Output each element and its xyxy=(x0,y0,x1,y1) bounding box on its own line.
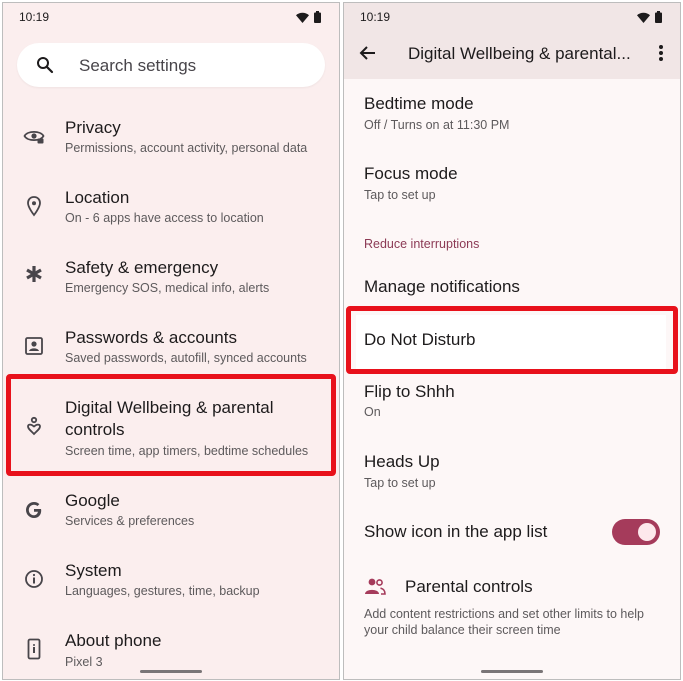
screenshot-frame: 10:19 Search settings Privacy Permission… xyxy=(0,0,683,681)
home-indicator[interactable] xyxy=(140,670,202,673)
settings-item-title-line1: Digital Wellbeing & parental xyxy=(65,398,274,417)
settings-item-subtitle: Services & preferences xyxy=(65,514,195,528)
settings-item-google[interactable]: Google Services & preferences xyxy=(3,482,339,548)
settings-item-subtitle: Screen time, app timers, bedtime schedul… xyxy=(65,444,309,458)
section-header-reduce-interruptions: Reduce interruptions xyxy=(364,237,480,251)
digital-wellbeing-screen: 10:19 Digital Wellbeing & parental... Be… xyxy=(343,2,681,680)
account-box-icon xyxy=(25,337,43,355)
settings-item-title: Privacy xyxy=(65,118,121,137)
battery-icon xyxy=(314,11,321,23)
settings-item-subtitle: Pixel 3 xyxy=(65,655,103,669)
settings-item-system[interactable]: System Languages, gestures, time, backup xyxy=(3,552,339,618)
settings-item-passwords[interactable]: Passwords & accounts Saved passwords, au… xyxy=(3,319,339,385)
settings-item-title-line2: controls xyxy=(65,420,125,439)
settings-item-safety[interactable]: Safety & emergency Emergency SOS, medica… xyxy=(3,249,339,315)
status-icons xyxy=(296,11,321,23)
status-icons xyxy=(637,11,662,23)
page-title: Digital Wellbeing & parental... xyxy=(408,44,631,63)
do-not-disturb-title: Do Not Disturb xyxy=(364,330,476,349)
parental-controls-description: Add content restrictions and set other l… xyxy=(364,607,645,637)
settings-screen: 10:19 Search settings Privacy Permission… xyxy=(2,2,340,680)
settings-item-subtitle: Permissions, account activity, personal … xyxy=(65,141,308,155)
settings-item-title: Location xyxy=(65,188,130,207)
info-circle-icon xyxy=(25,570,43,588)
wifi-icon xyxy=(296,12,309,23)
wifi-icon xyxy=(637,12,650,23)
settings-item-subtitle: Emergency SOS, medical info, alerts xyxy=(65,281,270,295)
status-bar: 10:19 xyxy=(344,3,680,31)
flip-to-shhh-subtitle: On xyxy=(364,405,381,419)
show-icon-title: Show icon in the app list xyxy=(364,522,548,541)
status-time: 10:19 xyxy=(360,10,391,24)
do-not-disturb-item[interactable]: Do Not Disturb xyxy=(356,315,666,369)
manage-notifications-title: Manage notifications xyxy=(364,277,520,296)
phone-icon xyxy=(27,638,41,660)
settings-item-digital-wellbeing[interactable]: Digital Wellbeing & parental controls Sc… xyxy=(3,389,339,475)
settings-item-title: About phone xyxy=(65,631,162,650)
asterisk-icon xyxy=(26,266,42,282)
search-placeholder: Search settings xyxy=(79,56,197,75)
home-indicator[interactable] xyxy=(481,670,543,673)
family-icon xyxy=(365,578,386,595)
status-time: 10:19 xyxy=(19,10,50,24)
privacy-eye-icon xyxy=(23,130,45,144)
heads-up-title: Heads Up xyxy=(364,452,440,471)
settings-item-location[interactable]: Location On - 6 apps have access to loca… xyxy=(3,179,339,245)
bedtime-mode-title: Bedtime mode xyxy=(364,94,474,113)
settings-item-title: Safety & emergency xyxy=(65,258,219,277)
app-bar: Digital Wellbeing & parental... xyxy=(344,31,680,79)
parental-controls-title: Parental controls xyxy=(405,577,533,596)
show-icon-toggle[interactable] xyxy=(612,519,660,545)
more-vert-icon[interactable] xyxy=(658,43,664,63)
search-bar[interactable]: Search settings xyxy=(17,43,325,87)
settings-item-title: Google xyxy=(65,491,120,510)
back-arrow-icon[interactable] xyxy=(358,43,378,63)
bedtime-mode-subtitle: Off / Turns on at 11:30 PM xyxy=(364,118,510,132)
flip-to-shhh-title: Flip to Shhh xyxy=(364,382,455,401)
heads-up-subtitle: Tap to set up xyxy=(364,476,436,490)
wellbeing-icon xyxy=(27,416,41,436)
search-icon xyxy=(37,57,54,74)
google-g-icon xyxy=(26,502,42,518)
location-pin-icon xyxy=(27,196,41,217)
settings-item-subtitle: On - 6 apps have access to location xyxy=(65,211,264,225)
settings-item-privacy[interactable]: Privacy Permissions, account activity, p… xyxy=(3,109,339,175)
settings-item-title: Passwords & accounts xyxy=(65,328,237,347)
toggle-knob xyxy=(638,523,656,541)
focus-mode-subtitle: Tap to set up xyxy=(364,188,436,202)
settings-item-title: System xyxy=(65,561,122,580)
status-bar: 10:19 xyxy=(3,3,339,31)
settings-item-subtitle: Saved passwords, autofill, synced accoun… xyxy=(65,351,307,365)
battery-icon xyxy=(655,11,662,23)
settings-item-subtitle: Languages, gestures, time, backup xyxy=(65,584,260,598)
focus-mode-title: Focus mode xyxy=(364,164,458,183)
